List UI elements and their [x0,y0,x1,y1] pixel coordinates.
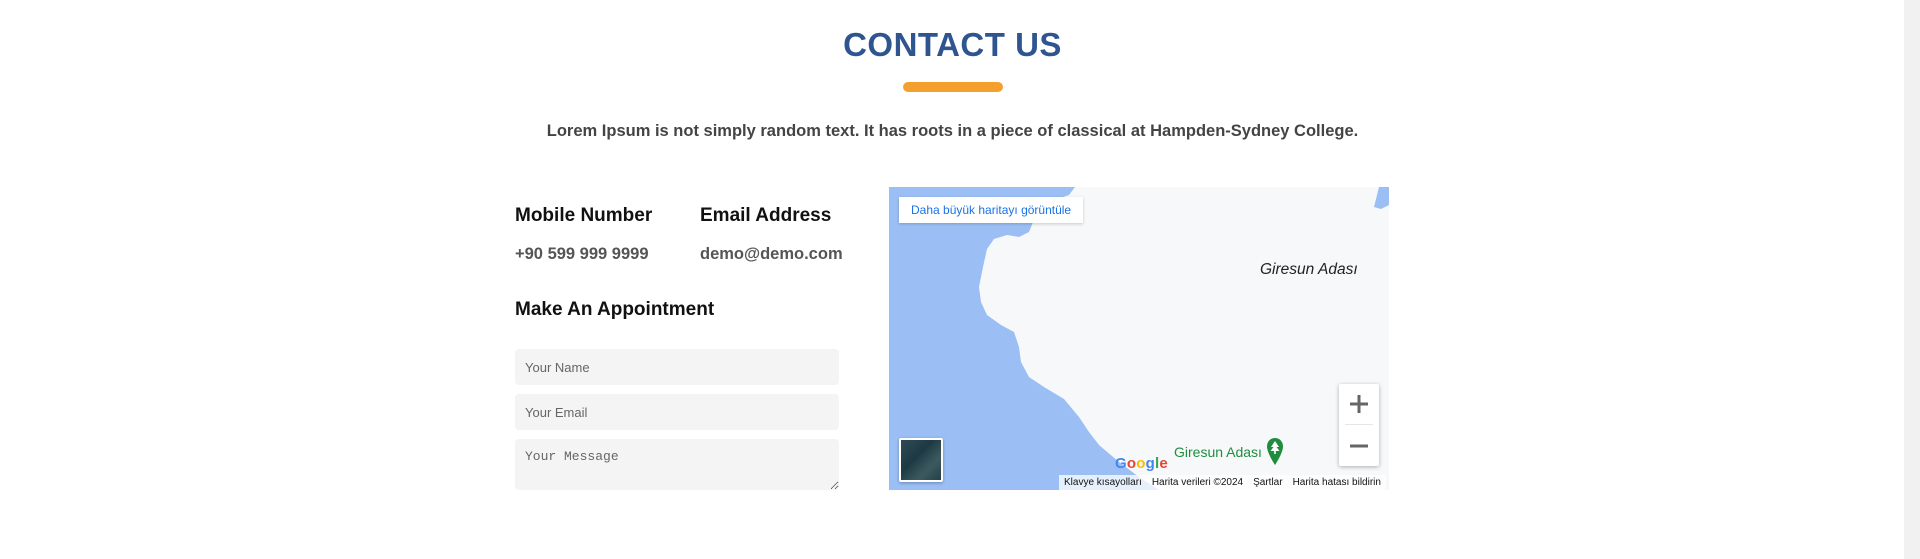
email-value: demo@demo.com [700,245,843,263]
appointment-heading: Make An Appointment [515,299,715,320]
embedded-map[interactable]: Daha büyük haritayı görüntüle Giresun Ad… [889,187,1389,490]
view-larger-map-button[interactable]: Daha büyük haritayı görüntüle [899,197,1084,223]
email-input[interactable] [515,394,839,430]
minus-icon [1350,444,1368,448]
tree-pin-icon[interactable] [1266,437,1284,467]
report-error-link[interactable]: Harita hatası bildirin [1288,477,1386,488]
mobile-heading: Mobile Number [515,205,653,226]
section-subtitle: Lorem Ipsum is not simply random text. I… [546,122,1359,140]
map-data-text: Harita verileri ©2024 [1151,477,1244,488]
google-logo: Google [1115,455,1168,472]
zoom-in-button[interactable] [1339,384,1379,424]
title-underline [903,82,1003,92]
page-scrollbar[interactable] [1904,0,1920,559]
zoom-controls [1339,384,1379,466]
zoom-out-button[interactable] [1339,426,1379,466]
map-water-area [889,187,1389,490]
message-textarea[interactable] [515,439,839,490]
island-label: Giresun Adası [1260,261,1358,278]
terms-link[interactable]: Şartlar [1248,477,1287,488]
name-input[interactable] [515,349,839,385]
section-title: CONTACT US [843,26,1062,63]
map-attribution-bar: Klavye kısayolları Harita verileri ©2024… [1059,475,1386,490]
zoom-divider [1345,424,1373,425]
mobile-value: +90 599 999 9999 [515,245,649,263]
plus-icon [1350,395,1368,413]
poi-label[interactable]: Giresun Adası [1174,444,1262,460]
email-heading: Email Address [700,205,832,226]
keyboard-shortcuts-link[interactable]: Klavye kısayolları [1059,477,1147,488]
satellite-layer-toggle[interactable] [899,438,943,482]
